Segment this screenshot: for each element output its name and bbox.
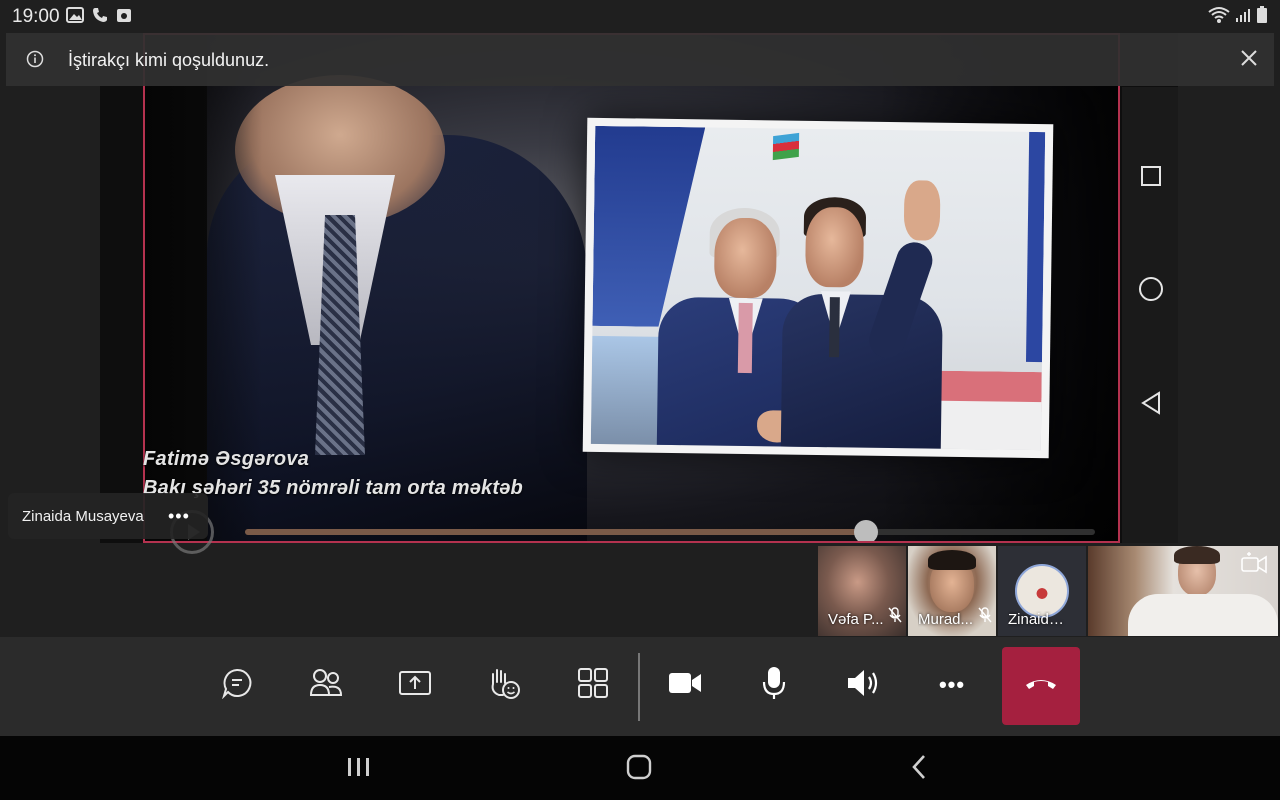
toolbar-divider <box>638 653 640 721</box>
presenter-more-button[interactable]: ••• <box>168 506 190 527</box>
share-icon <box>398 669 432 702</box>
hangup-icon <box>1024 675 1058 698</box>
home-circle-icon[interactable] <box>1138 276 1164 307</box>
system-nav-column <box>1122 87 1178 543</box>
recents-icon <box>346 756 372 783</box>
back-triangle-icon[interactable] <box>1140 391 1162 420</box>
share-button[interactable] <box>385 655 445 715</box>
mic-off-icon <box>888 607 902 628</box>
more-options-button[interactable]: ••• <box>922 655 982 715</box>
banner-message: İştirakçı kimi qoşuldunuz. <box>68 50 270 70</box>
gallery-notification-icon <box>66 7 84 28</box>
switch-camera-icon[interactable] <box>1240 552 1268 581</box>
participant-tile[interactable]: Vəfa P... <box>818 546 906 636</box>
participant-strip: Vəfa P... Murad... Zinaida ... <box>818 546 1278 636</box>
chat-icon <box>221 667 253 704</box>
flag <box>772 132 800 161</box>
presenter-name: Zinaida Musayeva <box>22 508 144 525</box>
mic-button[interactable] <box>744 655 804 715</box>
people-icon <box>309 667 343 704</box>
camera-button[interactable] <box>655 655 715 715</box>
home-button[interactable] <box>619 754 659 784</box>
camera-notification-icon <box>116 7 132 28</box>
self-view-tile[interactable] <box>1088 546 1278 636</box>
participant-tile[interactable]: Murad... <box>908 546 996 636</box>
wifi-icon <box>1208 6 1230 29</box>
android-nav-bar <box>0 736 1280 800</box>
raise-hand-button[interactable] <box>474 655 534 715</box>
participant-name: Murad... <box>918 611 974 628</box>
figure-right <box>761 178 965 451</box>
signal-icon <box>1235 7 1251 28</box>
seek-progress <box>245 529 866 535</box>
caption-name: Fatimə Əsgərova <box>143 448 310 470</box>
recents-button[interactable] <box>339 754 379 784</box>
mic-icon <box>762 666 786 705</box>
more-icon: ••• <box>938 672 966 697</box>
hangup-button[interactable] <box>1002 647 1080 725</box>
speaker-icon <box>846 668 880 703</box>
back-icon <box>910 754 928 785</box>
back-button[interactable] <box>899 754 939 784</box>
speaker-button[interactable] <box>833 655 893 715</box>
layout-icon <box>577 667 609 704</box>
call-toolbar: ••• <box>0 637 1280 736</box>
participant-tile[interactable]: Zinaida ... <box>998 546 1086 636</box>
phone-notification-icon <box>92 7 108 28</box>
video-seek-bar[interactable] <box>245 520 1095 541</box>
presenter-name-pill[interactable]: Zinaida Musayeva ••• <box>8 493 208 539</box>
chat-button[interactable] <box>207 655 267 715</box>
participants-button[interactable] <box>296 655 356 715</box>
joined-notification-banner: İştirakçı kimi qoşuldunuz. <box>6 33 1274 86</box>
battery-icon <box>1256 6 1268 29</box>
participant-name: Vəfa P... <box>828 611 884 628</box>
info-icon <box>26 50 44 73</box>
clock: 19:00 <box>12 6 60 27</box>
inset-photo <box>582 117 1054 459</box>
layout-button[interactable] <box>563 655 623 715</box>
mic-off-icon <box>978 607 992 628</box>
inset-photo-image <box>590 125 1046 451</box>
raise-hand-icon <box>487 666 521 705</box>
seek-handle[interactable] <box>853 520 878 541</box>
camera-icon <box>668 671 702 700</box>
blue-pillar <box>1025 131 1046 363</box>
close-icon[interactable] <box>1240 49 1258 72</box>
recents-square-icon[interactable] <box>1140 165 1162 192</box>
status-bar: 19:00 <box>0 0 1280 32</box>
home-icon <box>626 754 652 785</box>
avatar <box>1015 564 1069 618</box>
participant-name: Zinaida ... <box>1008 611 1070 628</box>
